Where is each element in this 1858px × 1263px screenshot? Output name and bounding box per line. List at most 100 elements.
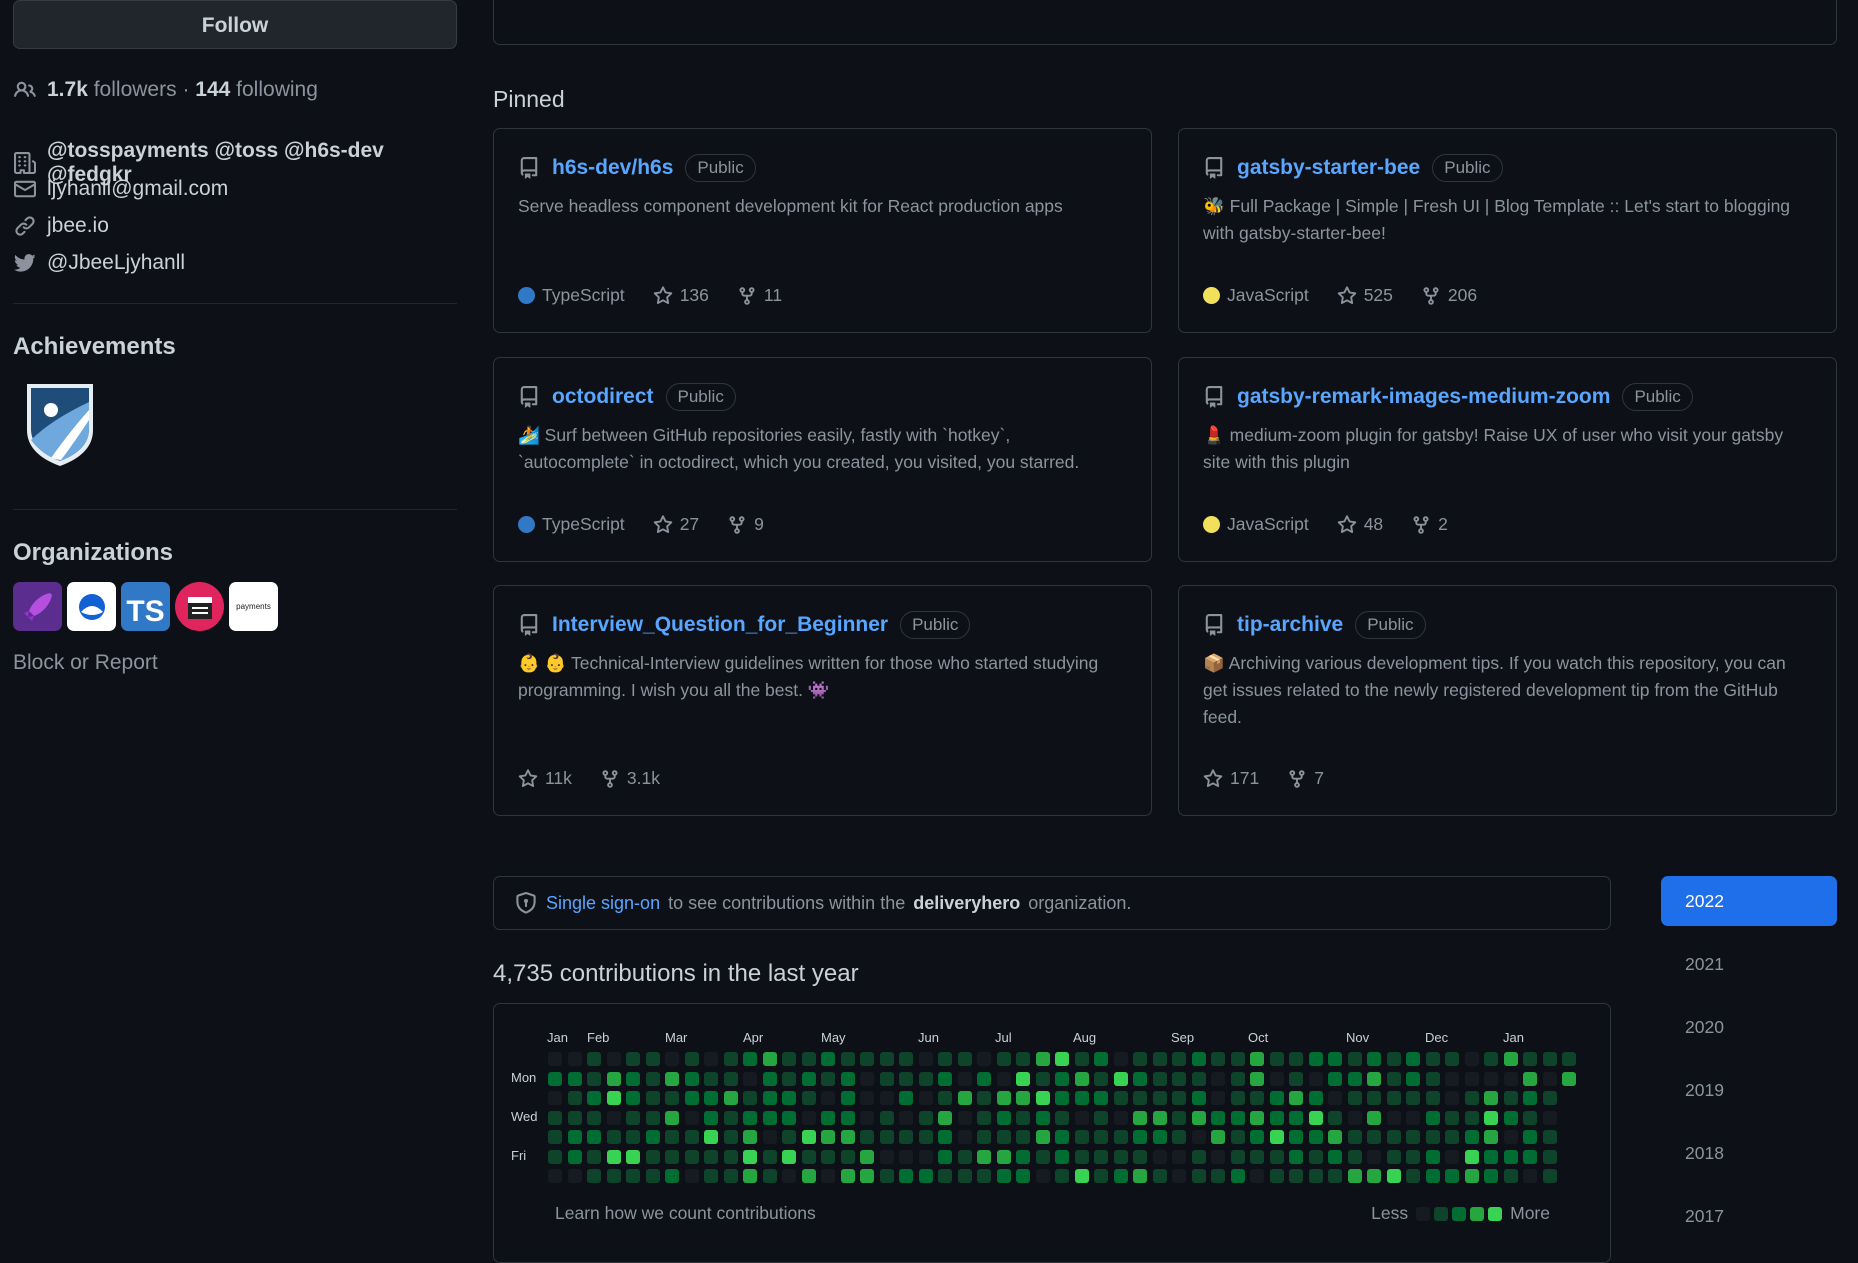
contribution-day-cell[interactable] — [996, 1169, 1011, 1183]
contribution-day-cell[interactable] — [1250, 1130, 1264, 1144]
contribution-day-cell[interactable] — [723, 1091, 738, 1105]
contribution-day-cell[interactable] — [606, 1149, 621, 1164]
contribution-day-cell[interactable] — [723, 1130, 738, 1144]
contribution-day-cell[interactable] — [1250, 1091, 1264, 1105]
contribution-day-cell[interactable] — [1367, 1052, 1381, 1066]
contribution-day-cell[interactable] — [1094, 1110, 1108, 1125]
contribution-day-cell[interactable] — [1113, 1052, 1128, 1066]
contribution-day-cell[interactable] — [918, 1110, 933, 1125]
contribution-day-cell[interactable] — [1484, 1169, 1498, 1183]
contribution-day-cell[interactable] — [743, 1130, 757, 1144]
contribution-day-cell[interactable] — [1074, 1130, 1089, 1144]
contribution-day-cell[interactable] — [723, 1052, 738, 1066]
contribution-day-cell[interactable] — [1367, 1071, 1381, 1086]
contribution-day-cell[interactable] — [1055, 1071, 1069, 1086]
contribution-day-cell[interactable] — [801, 1071, 816, 1086]
contribution-day-cell[interactable] — [1523, 1130, 1537, 1144]
contribution-day-cell[interactable] — [1211, 1169, 1225, 1183]
contribution-day-cell[interactable] — [879, 1169, 894, 1183]
contribution-day-cell[interactable] — [626, 1052, 640, 1066]
following-count[interactable]: 144 — [195, 78, 230, 101]
contribution-day-cell[interactable] — [1016, 1052, 1030, 1066]
contribution-day-cell[interactable] — [1484, 1052, 1498, 1066]
contribution-day-cell[interactable] — [1035, 1071, 1050, 1086]
contribution-day-cell[interactable] — [606, 1052, 621, 1066]
contribution-day-cell[interactable] — [1172, 1169, 1186, 1183]
contribution-day-cell[interactable] — [1347, 1091, 1362, 1105]
contribution-day-cell[interactable] — [1523, 1052, 1537, 1066]
contribution-day-cell[interactable] — [587, 1169, 601, 1183]
contribution-day-cell[interactable] — [1425, 1110, 1440, 1125]
contribution-day-cell[interactable] — [1386, 1071, 1401, 1086]
contribution-day-cell[interactable] — [1425, 1149, 1440, 1164]
contribution-day-cell[interactable] — [1328, 1130, 1342, 1144]
contribution-day-cell[interactable] — [1035, 1149, 1050, 1164]
sso-link[interactable]: Single sign-on — [546, 893, 660, 914]
contribution-day-cell[interactable] — [1425, 1071, 1440, 1086]
contribution-day-cell[interactable] — [801, 1169, 816, 1183]
repo-forks[interactable]: 7 — [1287, 768, 1324, 789]
contribution-day-cell[interactable] — [938, 1110, 952, 1125]
contribution-day-cell[interactable] — [626, 1071, 640, 1086]
contribution-day-cell[interactable] — [1172, 1091, 1186, 1105]
contribution-day-cell[interactable] — [879, 1071, 894, 1086]
contribution-day-cell[interactable] — [1464, 1052, 1479, 1066]
contribution-day-cell[interactable] — [645, 1149, 660, 1164]
contribution-day-cell[interactable] — [1464, 1110, 1479, 1125]
twitter-handle[interactable]: @JbeeLjyhanll — [47, 251, 185, 275]
contribution-day-cell[interactable] — [1269, 1052, 1284, 1066]
contribution-day-cell[interactable] — [1191, 1130, 1206, 1144]
contribution-day-cell[interactable] — [548, 1169, 562, 1183]
contribution-day-cell[interactable] — [645, 1110, 660, 1125]
contribution-day-cell[interactable] — [567, 1071, 582, 1086]
contribution-day-cell[interactable] — [1094, 1169, 1108, 1183]
contribution-day-cell[interactable] — [1464, 1149, 1479, 1164]
contribution-day-cell[interactable] — [782, 1149, 796, 1164]
email-link[interactable]: ljyhanll@gmail.com — [47, 177, 228, 201]
contribution-day-cell[interactable] — [567, 1169, 582, 1183]
contribution-day-cell[interactable] — [996, 1052, 1011, 1066]
repo-forks[interactable]: 3.1k — [600, 768, 660, 789]
contribution-day-cell[interactable] — [723, 1071, 738, 1086]
contribution-day-cell[interactable] — [1503, 1169, 1518, 1183]
contribution-day-cell[interactable] — [1016, 1071, 1030, 1086]
contribution-day-cell[interactable] — [938, 1130, 952, 1144]
contribution-day-cell[interactable] — [626, 1169, 640, 1183]
contribution-day-cell[interactable] — [704, 1110, 718, 1125]
contribution-day-cell[interactable] — [1289, 1071, 1303, 1086]
contribution-day-cell[interactable] — [665, 1052, 679, 1066]
contribution-day-cell[interactable] — [1308, 1052, 1323, 1066]
contribution-day-cell[interactable] — [801, 1110, 816, 1125]
contribution-day-cell[interactable] — [801, 1091, 816, 1105]
repo-name-link[interactable]: gatsby-remark-images-medium-zoom — [1237, 385, 1610, 409]
contribution-day-cell[interactable] — [1347, 1130, 1362, 1144]
contribution-day-cell[interactable] — [1191, 1110, 1206, 1125]
contribution-day-cell[interactable] — [899, 1052, 913, 1066]
contribution-day-cell[interactable] — [684, 1149, 699, 1164]
contribution-day-cell[interactable] — [1445, 1149, 1459, 1164]
contribution-day-cell[interactable] — [743, 1110, 757, 1125]
contribution-day-cell[interactable] — [782, 1091, 796, 1105]
contribution-day-cell[interactable] — [899, 1071, 913, 1086]
contribution-day-cell[interactable] — [1074, 1169, 1089, 1183]
contribution-day-cell[interactable] — [1289, 1091, 1303, 1105]
contribution-day-cell[interactable] — [957, 1071, 972, 1086]
contribution-day-cell[interactable] — [821, 1110, 835, 1125]
contribution-day-cell[interactable] — [1133, 1169, 1147, 1183]
contribution-day-cell[interactable] — [1367, 1091, 1381, 1105]
contribution-day-cell[interactable] — [957, 1052, 972, 1066]
contribution-day-cell[interactable] — [548, 1091, 562, 1105]
contribution-day-cell[interactable] — [782, 1110, 796, 1125]
contribution-day-cell[interactable] — [567, 1110, 582, 1125]
contribution-day-cell[interactable] — [645, 1130, 660, 1144]
contribution-day-cell[interactable] — [1406, 1149, 1420, 1164]
contribution-day-cell[interactable] — [567, 1130, 582, 1144]
contribution-day-cell[interactable] — [723, 1169, 738, 1183]
contribution-day-cell[interactable] — [1328, 1169, 1342, 1183]
contribution-day-cell[interactable] — [606, 1169, 621, 1183]
contribution-day-cell[interactable] — [1386, 1169, 1401, 1183]
contribution-day-cell[interactable] — [626, 1091, 640, 1105]
contribution-day-cell[interactable] — [782, 1169, 796, 1183]
contribution-day-cell[interactable] — [1542, 1052, 1557, 1066]
repo-name-link[interactable]: Interview_Question_for_Beginner — [552, 613, 888, 637]
